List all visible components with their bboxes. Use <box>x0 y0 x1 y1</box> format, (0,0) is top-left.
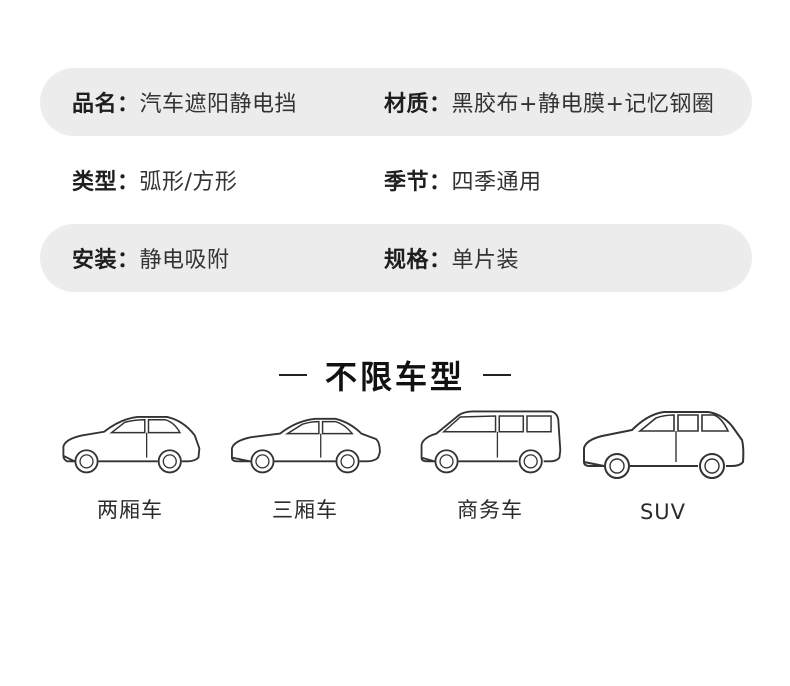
spec-material: 材质： 黑胶布+静电膜+记忆钢圈 <box>384 86 714 118</box>
spec-label: 材质： <box>384 92 452 117</box>
title-dash-right <box>483 374 511 376</box>
hatchback-icon <box>62 416 201 474</box>
spec-name: 品名： 汽车遮阳静电挡 <box>72 86 297 118</box>
mpv-icon <box>420 410 562 474</box>
car-sedan: 三厢车 <box>220 404 390 524</box>
car-hatchback: 两厢车 <box>45 404 215 524</box>
section-heading: 不限车型 <box>0 352 790 398</box>
suv-icon <box>583 411 745 479</box>
spec-type: 类型： 弧形/方形 <box>72 164 237 196</box>
spec-label: 安装： <box>72 248 140 273</box>
spec-label: 季节： <box>384 170 452 195</box>
spec-row-3: 安装： 静电吸附 规格： 单片装 <box>40 224 752 292</box>
spec-value: 单片装 <box>451 248 520 273</box>
spec-value: 静电吸附 <box>139 248 230 273</box>
section-title: 不限车型 <box>324 358 465 396</box>
car-label: SUV <box>639 500 687 524</box>
sedan-icon <box>231 417 381 474</box>
spec-label: 类型： <box>72 170 140 195</box>
title-dash-left <box>278 374 307 376</box>
spec-install: 安装： 静电吸附 <box>72 242 230 274</box>
spec-season: 季节： 四季通用 <box>384 164 542 196</box>
spec-label: 规格： <box>384 248 452 273</box>
car-label: 两厢车 <box>97 498 163 522</box>
spec-value: 汽车遮阳静电挡 <box>139 92 298 117</box>
car-mpv: 商务车 <box>405 404 575 524</box>
spec-label: 品名： <box>72 92 140 117</box>
spec-value: 黑胶布+静电膜+记忆钢圈 <box>451 92 715 117</box>
spec-value: 弧形/方形 <box>139 170 238 195</box>
spec-size: 规格： 单片装 <box>384 242 519 274</box>
spec-value: 四季通用 <box>451 170 542 195</box>
car-suv: SUV <box>578 404 748 524</box>
car-label: 商务车 <box>457 498 523 522</box>
car-label: 三厢车 <box>272 498 338 522</box>
spec-row-1: 品名： 汽车遮阳静电挡 材质： 黑胶布+静电膜+记忆钢圈 <box>40 68 752 136</box>
spec-row-2: 类型： 弧形/方形 季节： 四季通用 <box>40 146 752 214</box>
